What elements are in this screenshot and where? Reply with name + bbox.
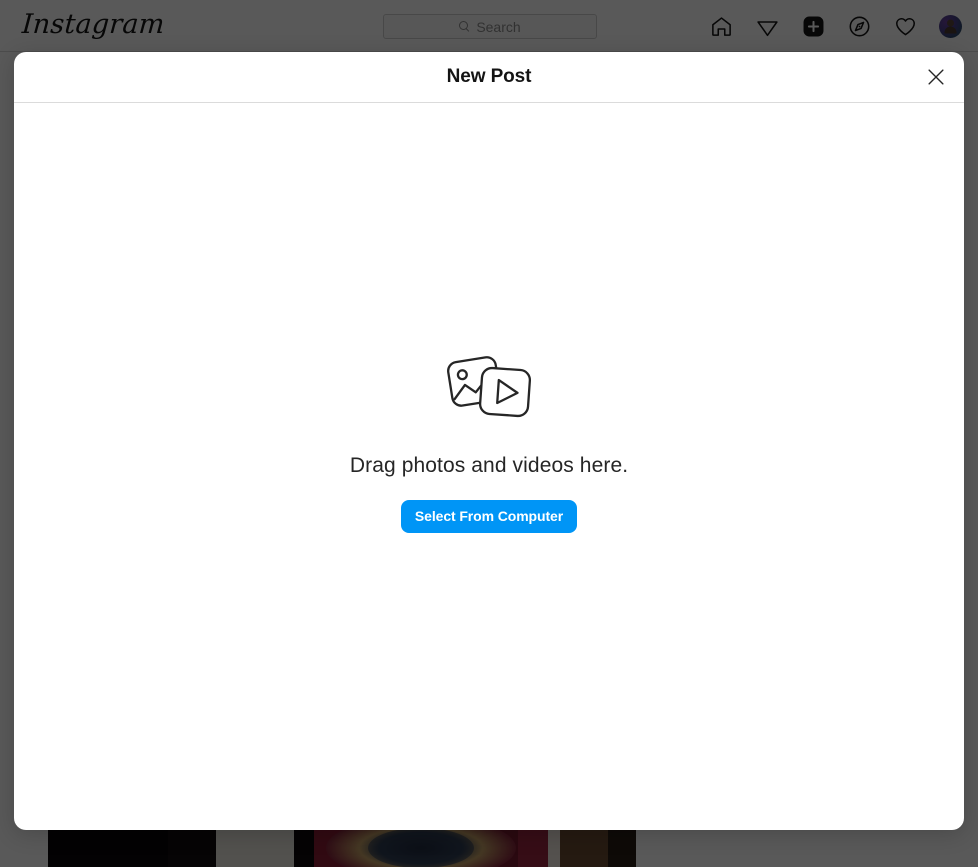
instagram-app: Instagram Search: [0, 0, 978, 867]
media-dropzone[interactable]: Drag photos and videos here. Select From…: [350, 347, 628, 533]
photo-video-stack-icon: [441, 347, 537, 427]
select-from-computer-button[interactable]: Select From Computer: [401, 500, 577, 533]
dropzone-instruction-text: Drag photos and videos here.: [350, 453, 628, 478]
modal-header: New Post: [14, 52, 964, 103]
modal-title: New Post: [447, 66, 532, 88]
new-post-modal: New Post: [14, 52, 964, 830]
close-icon[interactable]: [921, 62, 951, 92]
modal-body: Drag photos and videos here. Select From…: [14, 103, 964, 830]
